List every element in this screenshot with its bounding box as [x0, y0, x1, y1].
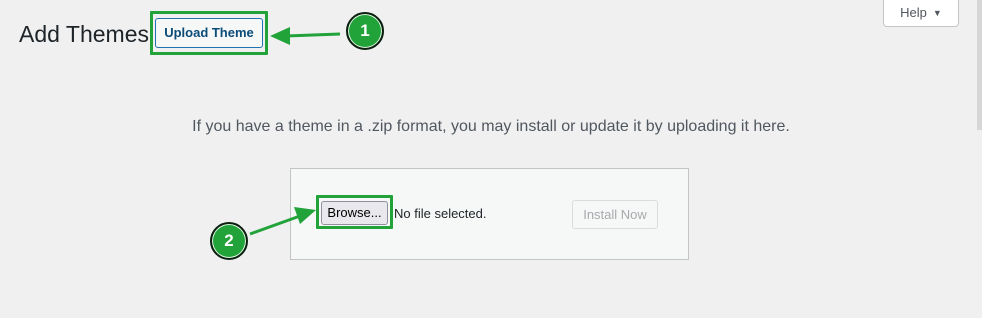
arrow-1 [270, 27, 341, 45]
add-themes-page: Add Themes Upload Theme Help ▼ If you hav… [0, 0, 982, 318]
callout-marker-1: 1 [346, 12, 384, 50]
arrow-2 [249, 207, 316, 236]
callout-marker-2: 2 [210, 222, 248, 260]
annotation-arrows [249, 27, 341, 236]
